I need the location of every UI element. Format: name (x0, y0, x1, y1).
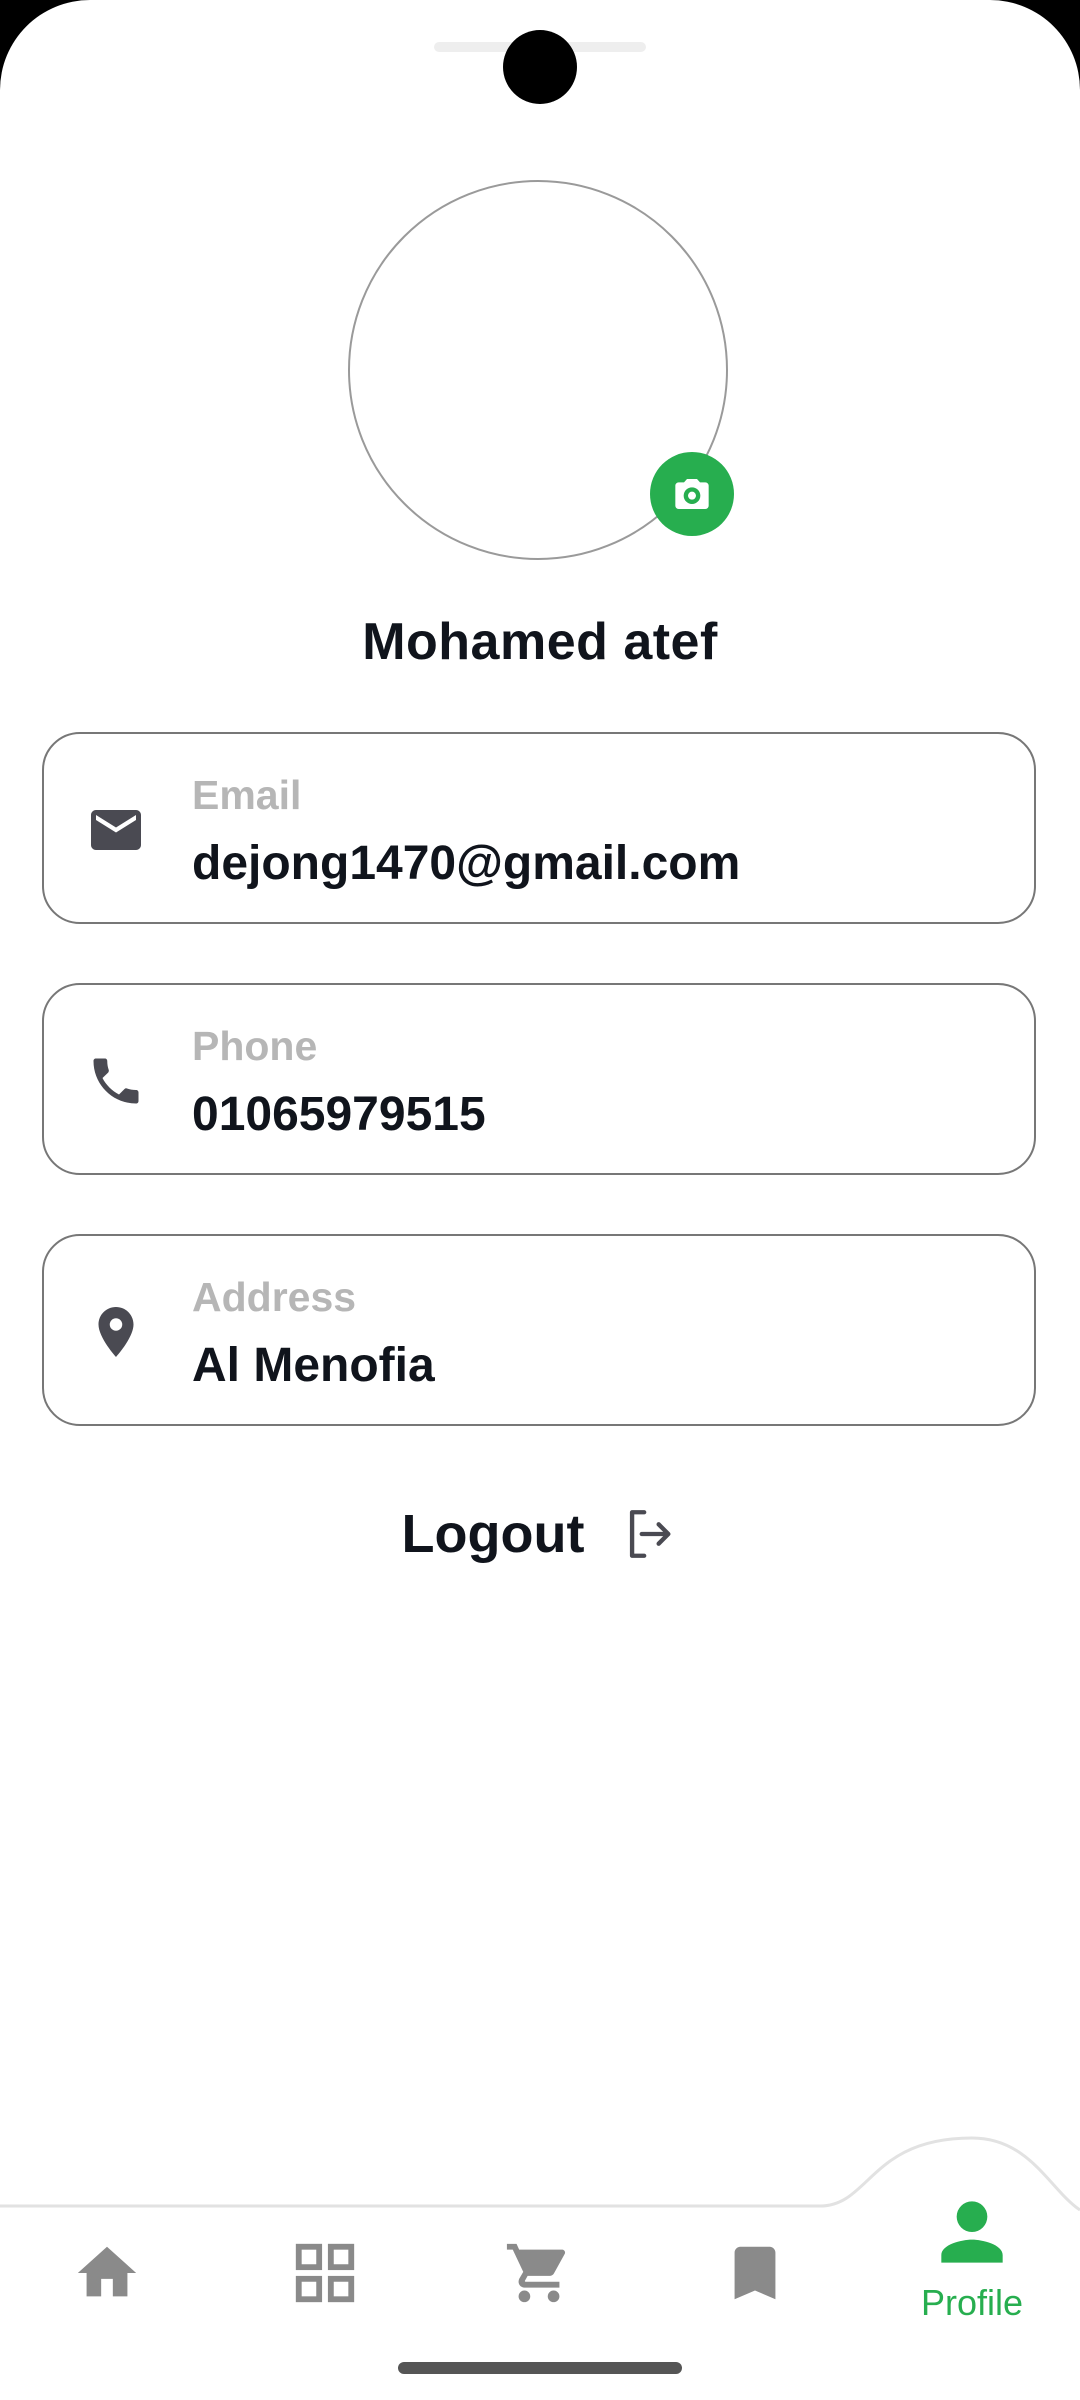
mail-icon (91, 810, 141, 850)
change-photo-button[interactable] (650, 452, 734, 536)
front-camera (503, 30, 577, 104)
logout-button[interactable]: Logout (0, 1494, 1080, 1574)
phone-value: 01065979515 (192, 1088, 486, 1141)
phone-label: Phone (192, 1023, 318, 1069)
tab-profile[interactable]: Profile (892, 2186, 1052, 2326)
address-label: Address (192, 1274, 357, 1320)
grid-icon[interactable] (290, 2238, 360, 2308)
home-icon[interactable] (72, 2238, 142, 2308)
camera-icon (675, 479, 709, 509)
email-field[interactable]: Email dejong1470@gmail.com (42, 732, 1036, 924)
profile-name: Mohamed atef (362, 613, 718, 671)
home-indicator[interactable] (398, 2362, 682, 2374)
location-pin-icon (98, 1307, 134, 1357)
email-label: Email (192, 772, 302, 818)
phone-field[interactable]: Phone 01065979515 (42, 983, 1036, 1175)
email-value: dejong1470@gmail.com (192, 837, 741, 890)
bookmark-icon[interactable] (720, 2238, 790, 2308)
cart-icon[interactable] (504, 2238, 574, 2308)
person-icon (941, 2201, 1003, 2263)
phone-icon (93, 1058, 139, 1104)
address-value: Al Menofia (192, 1339, 435, 1392)
address-field[interactable]: Address Al Menofia (42, 1234, 1036, 1426)
tab-profile-label: Profile (920, 2282, 1024, 2323)
logout-label: Logout (401, 1504, 585, 1564)
profile-screen: Mohamed atef Email dejong1470@gmail.com … (0, 0, 1080, 2400)
logout-icon (630, 1510, 671, 1558)
